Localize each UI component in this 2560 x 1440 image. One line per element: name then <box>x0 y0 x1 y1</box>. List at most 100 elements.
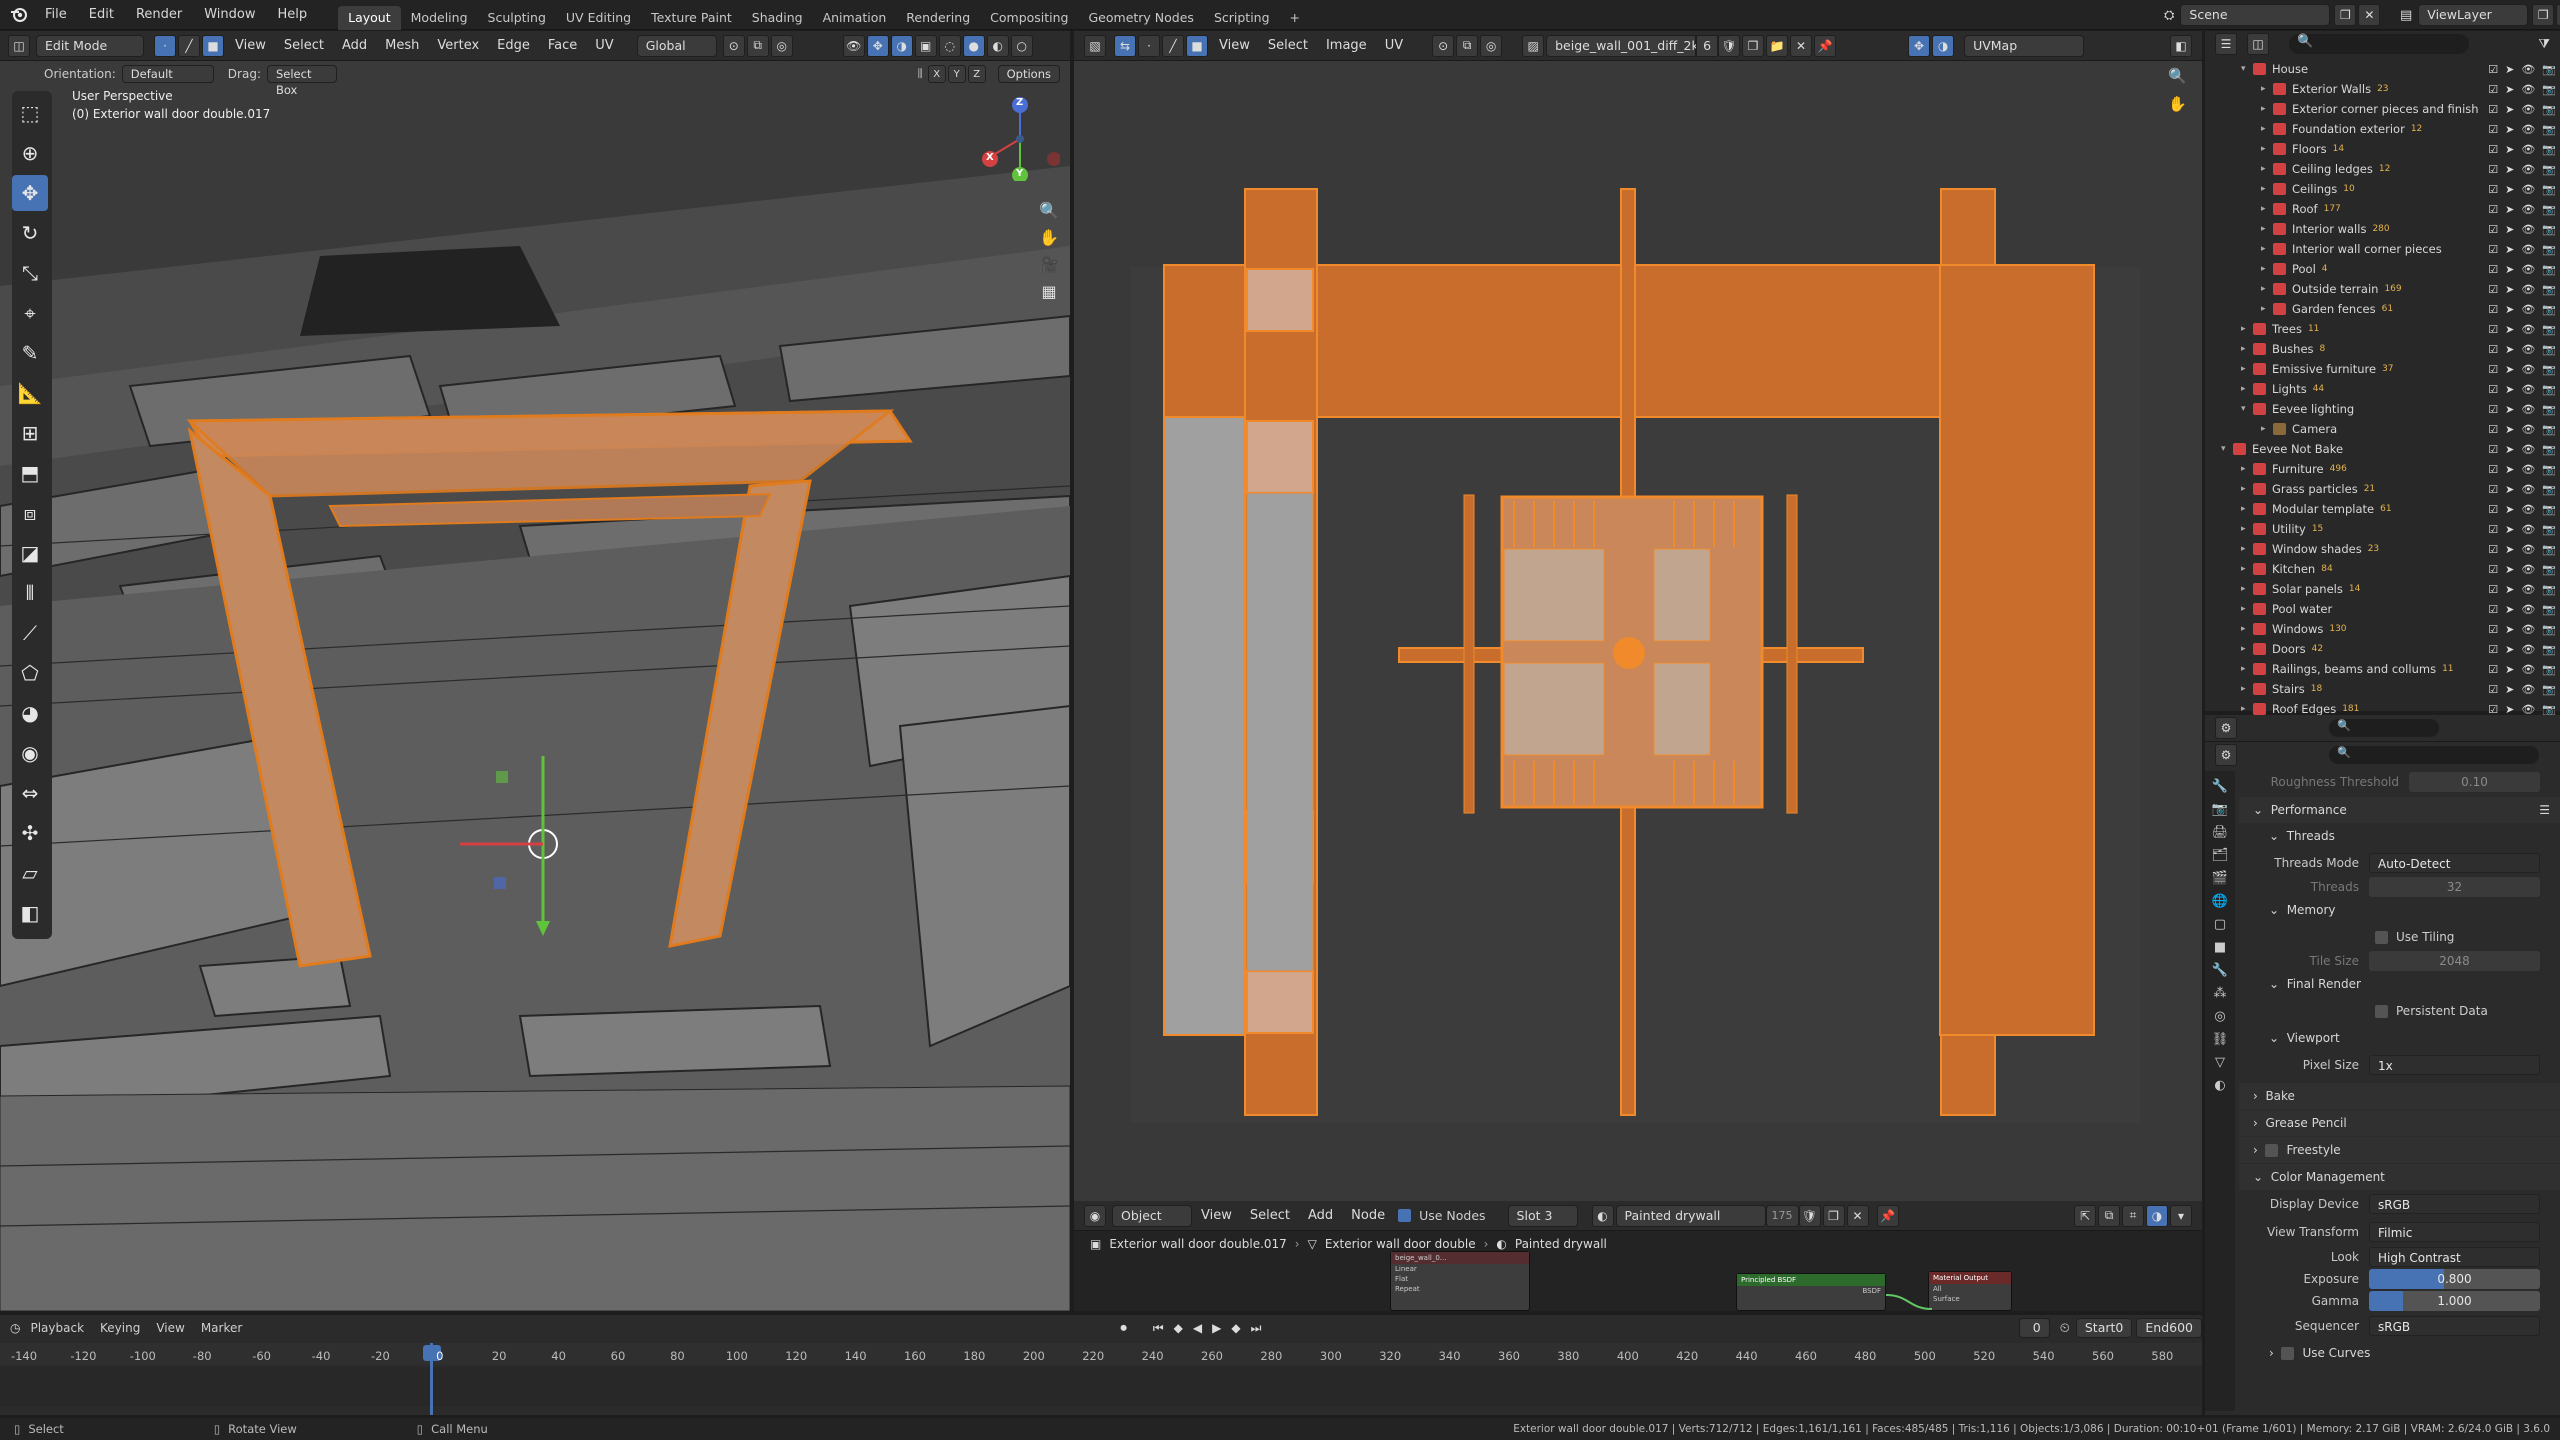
visibility-eye-icon[interactable]: 👁 <box>2521 143 2535 156</box>
uv-edge-mode-icon[interactable]: ╱ <box>1162 34 1184 57</box>
include-checkbox-icon[interactable]: ☑ <box>2488 543 2498 556</box>
include-checkbox-icon[interactable]: ☑ <box>2488 523 2498 536</box>
snap-icon[interactable]: ⧉ <box>746 34 769 57</box>
menu-render[interactable]: Render <box>125 0 193 30</box>
render-camera-icon[interactable]: 📷 <box>2542 403 2556 416</box>
expand-arrow-icon[interactable]: ▸ <box>2241 624 2253 634</box>
rip-region-icon[interactable]: ◧ <box>12 895 48 931</box>
data-tab-icon[interactable]: ▽ <box>2215 1055 2225 1070</box>
uv-editor-type-icon[interactable]: ▧ <box>1084 34 1106 57</box>
expand-arrow-icon[interactable]: ▸ <box>2261 144 2273 154</box>
include-checkbox-icon[interactable]: ☑ <box>2488 83 2498 96</box>
uv-map-selector[interactable]: UVMap <box>1964 34 2085 57</box>
outliner-row[interactable]: ▸ Foundation exterior 12 ☑ ➤ 👁 📷 <box>2205 119 2560 139</box>
render-camera-icon[interactable]: 📷 <box>2542 623 2556 636</box>
pivot-icon[interactable]: ⊙ <box>722 34 745 57</box>
include-checkbox-icon[interactable]: ☑ <box>2488 583 2498 596</box>
outliner-row[interactable]: ▾ House ☑ ➤ 👁 📷 <box>2205 59 2560 79</box>
tab-uv-editing[interactable]: UV Editing <box>556 6 641 30</box>
include-checkbox-icon[interactable]: ☑ <box>2488 643 2498 656</box>
visibility-eye-icon[interactable]: 👁 <box>2521 643 2535 656</box>
collapse-arrow-icon[interactable]: ▾ <box>2241 64 2253 74</box>
render-camera-icon[interactable]: 📷 <box>2542 283 2556 296</box>
smooth-icon[interactable]: ◉ <box>12 735 48 771</box>
expand-arrow-icon[interactable]: ▸ <box>2241 344 2253 354</box>
outliner-row[interactable]: ▸ Exterior corner pieces and finish ☑ ➤ 👁 📷 <box>2205 99 2560 119</box>
outliner-row[interactable]: ▸ Utility 15 ☑ ➤ 👁 📷 <box>2205 519 2560 539</box>
node-editor-type-icon[interactable]: ◉ <box>1084 1204 1106 1227</box>
outliner-row[interactable]: ▸ Bushes 8 ☑ ➤ 👁 📷 <box>2205 339 2560 359</box>
render-camera-icon[interactable]: 📷 <box>2542 523 2556 536</box>
bake-panel[interactable]: › Bake <box>2239 1083 2560 1109</box>
expand-arrow-icon[interactable]: ▸ <box>2261 124 2273 134</box>
current-frame-field[interactable]: 0 <box>2019 1318 2050 1338</box>
outliner-row[interactable]: ▸ Kitchen 84 ☑ ➤ 👁 📷 <box>2205 559 2560 579</box>
node-snap-icon[interactable]: ⧉ <box>2098 1204 2120 1227</box>
image-browse-icon[interactable]: ▨ <box>1522 34 1545 57</box>
visibility-eye-icon[interactable]: 👁 <box>2521 503 2535 516</box>
menu-edit[interactable]: Edit <box>78 0 125 30</box>
loop-cut-icon[interactable]: ⫴ <box>12 575 48 611</box>
view-layer-copy-icon[interactable]: ❐ <box>2532 4 2555 26</box>
menu-select[interactable]: Select <box>275 38 333 53</box>
render-camera-icon[interactable]: 📷 <box>2542 243 2556 256</box>
jump-end-icon[interactable]: ⏭ <box>1251 1321 1262 1336</box>
look-dropdown[interactable]: High Contrast <box>2369 1247 2540 1267</box>
breadcrumb-object[interactable]: Exterior wall door double.017 <box>1109 1237 1286 1251</box>
collapse-arrow-icon[interactable]: ▾ <box>2241 404 2253 414</box>
selectable-icon[interactable]: ➤ <box>2505 123 2514 136</box>
menu-help[interactable]: Help <box>267 0 319 30</box>
use-nodes-checkbox[interactable] <box>1398 1209 1412 1222</box>
scene-tab-icon[interactable]: 🎬 <box>2212 871 2228 886</box>
play-icon[interactable]: ▶ <box>1212 1321 1221 1335</box>
measure-icon[interactable]: 📐 <box>12 375 48 411</box>
timeline-tracks[interactable] <box>0 1367 2202 1407</box>
material-fake-user-icon[interactable]: 🛡 <box>1798 1204 1821 1227</box>
material-output-node[interactable]: Material Output All Surface <box>1928 1271 2012 1311</box>
include-checkbox-icon[interactable]: ☑ <box>2488 463 2498 476</box>
outliner-row[interactable]: ▸ Camera ☑ ➤ 👁 📷 <box>2205 419 2560 439</box>
shading-solid-icon[interactable]: ● <box>962 34 985 57</box>
node-menu-view[interactable]: View <box>1192 1208 1241 1223</box>
menu-file[interactable]: File <box>34 0 78 30</box>
uv-sync-icon[interactable]: ⇆ <box>1114 34 1136 57</box>
expand-arrow-icon[interactable]: ▸ <box>2241 604 2253 614</box>
render-camera-icon[interactable]: 📷 <box>2542 83 2556 96</box>
selectable-icon[interactable]: ➤ <box>2505 443 2514 456</box>
include-checkbox-icon[interactable]: ☑ <box>2488 143 2498 156</box>
selectable-icon[interactable]: ➤ <box>2505 423 2514 436</box>
visibility-eye-icon[interactable]: 👁 <box>2521 343 2535 356</box>
principled-bsdf-node[interactable]: Principled BSDF BSDF <box>1736 1273 1886 1311</box>
visibility-eye-icon[interactable]: 👁 <box>2521 123 2535 136</box>
scene-copy-icon[interactable]: ❐ <box>2334 4 2357 26</box>
visibility-eye-icon[interactable]: 👁 <box>2521 583 2535 596</box>
include-checkbox-icon[interactable]: ☑ <box>2488 163 2498 176</box>
visibility-eye-icon[interactable]: 👁 <box>2521 663 2535 676</box>
axis-lock-y[interactable]: Y <box>947 65 966 83</box>
vertex-select-icon[interactable]: · <box>154 34 176 57</box>
uv-proportional-icon[interactable]: ◎ <box>1480 34 1503 57</box>
shrink-fatten-icon[interactable]: ✣ <box>12 815 48 851</box>
selectable-icon[interactable]: ➤ <box>2505 563 2514 576</box>
modifier-tab-icon[interactable]: 🔧 <box>2212 963 2228 978</box>
expand-arrow-icon[interactable]: ▸ <box>2241 464 2253 474</box>
performance-panel[interactable]: ⌄ Performance ☰ <box>2239 797 2560 823</box>
outliner-row[interactable]: ▸ Modular template 61 ☑ ➤ 👁 📷 <box>2205 499 2560 519</box>
timeline[interactable]: ◷ Playback Keying View Marker ⏺ ⏮ ◆ ◀ ▶ … <box>0 1315 2202 1415</box>
include-checkbox-icon[interactable]: ☑ <box>2488 63 2498 76</box>
render-camera-icon[interactable]: 📷 <box>2542 123 2556 136</box>
visibility-icon[interactable]: 👁 <box>842 34 865 57</box>
menu-view[interactable]: View <box>226 38 275 53</box>
include-checkbox-icon[interactable]: ☑ <box>2488 623 2498 636</box>
selectable-icon[interactable]: ➤ <box>2505 183 2514 196</box>
expand-arrow-icon[interactable]: ▸ <box>2261 284 2273 294</box>
tab-animation[interactable]: Animation <box>813 6 897 30</box>
scene-delete-icon[interactable]: ✕ <box>2358 4 2381 26</box>
uv-menu-uv[interactable]: UV <box>1376 38 1412 53</box>
selectable-icon[interactable]: ➤ <box>2505 543 2514 556</box>
spin-icon[interactable]: ◕ <box>12 695 48 731</box>
include-checkbox-icon[interactable]: ☑ <box>2488 563 2498 576</box>
expand-arrow-icon[interactable]: ▸ <box>2241 704 2253 714</box>
constraints-tab-icon[interactable]: ⛓ <box>2212 1032 2229 1047</box>
include-checkbox-icon[interactable]: ☑ <box>2488 323 2498 336</box>
